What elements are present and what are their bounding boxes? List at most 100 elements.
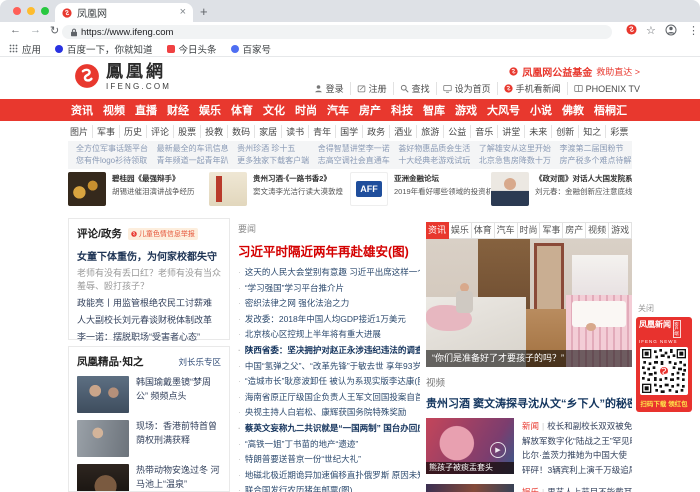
main-headline[interactable]: 习近平时隔近两年再赴雄安(图) <box>238 241 420 260</box>
new-tab-button[interactable]: + <box>200 3 208 21</box>
menu-dots-icon[interactable]: ⋮ <box>688 24 699 37</box>
comment-link[interactable]: 人大副校长刘元春谈财税体制改革 <box>77 313 221 327</box>
promo-link[interactable]: 了解雄安从这里开始 <box>479 143 552 155</box>
subnav-item[interactable]: 讲堂 <box>498 124 526 138</box>
bookmark-apps[interactable]: 应用 <box>22 42 41 56</box>
forward-icon[interactable]: → <box>30 24 41 36</box>
headline-item[interactable]: 海南省原正厅级国企负责人王军文回国投案自首 <box>238 390 420 406</box>
subnav-item[interactable]: 政务 <box>363 124 391 138</box>
qr-card[interactable]: 凤凰新闻 客户端 IFENG NEWS 扫码下载 领红包 <box>636 317 692 412</box>
nav-item[interactable]: 娱乐 <box>194 102 226 118</box>
featured-card[interactable]: 贵州习酒·《一路书香2》 窦文涛李光洁行读大漠敦煌 <box>209 172 350 214</box>
subnav-item[interactable]: 图片 <box>66 124 94 138</box>
promo-link[interactable]: 贵州珍酒 珍十五 <box>237 143 310 155</box>
extension-phoenix-icon[interactable] <box>626 24 637 35</box>
subnav-item[interactable]: 彩票 <box>606 125 632 138</box>
comment-link[interactable]: 李一诺：摆脱职场“受害者心态” <box>77 330 221 344</box>
subnav-item[interactable]: 公益 <box>444 124 472 138</box>
tab-zixun[interactable]: 资讯 <box>426 222 449 239</box>
liuchangle-zone-link[interactable]: 刘长乐专区 <box>178 356 221 368</box>
back-icon[interactable]: ← <box>10 24 21 36</box>
headline-item[interactable]: “学习强国”学习平台推介片 <box>238 281 420 297</box>
headline-item[interactable]: 蔡英文妄称九二共识就是“一国两制” 国台办回应 <box>238 421 420 437</box>
subnav-item[interactable]: 数码 <box>228 124 256 138</box>
browser-tab[interactable]: 凤凰网 × <box>55 3 193 22</box>
comment-headline[interactable]: 女童下体重伤，为何家校都失守 <box>77 248 221 263</box>
promo-link[interactable]: 房产税多个难点待解 <box>559 155 632 167</box>
tab-junshi[interactable]: 军事 <box>540 222 564 239</box>
promo-link[interactable]: 全方位军事话题平台 <box>76 143 149 155</box>
bookmark-baijiahao[interactable]: 百家号 <box>230 42 271 56</box>
subnav-item[interactable]: 酒业 <box>390 124 418 138</box>
tab-tiyu[interactable]: 体育 <box>471 222 495 239</box>
video-item[interactable]: 娱乐|男艺人上节目不能戴耳钉? <box>426 484 632 492</box>
mobile-news-link[interactable]: 手机看新闻 <box>498 82 568 95</box>
nav-item[interactable]: 时尚 <box>290 102 322 118</box>
login-link[interactable]: 登录 <box>308 82 351 95</box>
headline-item[interactable]: 特朗普要送普京一份“世纪大礼” <box>238 452 420 468</box>
profile-avatar-icon[interactable] <box>665 24 677 36</box>
video-news-line[interactable]: 砰砰！3辆宾利上演千万级追尾 <box>522 463 632 478</box>
promo-link[interactable]: 您有件logo衫待领取 <box>76 155 149 167</box>
video-news-line[interactable]: 解放军数字化“陆战之王”罕见曝光 <box>522 434 632 449</box>
headline-item[interactable]: 联合国发行农历猪年邮票(图) <box>238 483 420 492</box>
subnav-item[interactable]: 军事 <box>93 124 121 138</box>
tab-close-icon[interactable]: × <box>180 7 186 18</box>
promo-link[interactable]: 十大经典老游戏试玩 <box>398 155 471 167</box>
headline-item[interactable]: “高铁一姐”丁书苗的地产“遗迹” <box>238 437 420 453</box>
headline-item[interactable]: 陕西省委：坚决拥护对赵正永涉违纪违法的调查决定 <box>238 343 420 359</box>
promo-link[interactable]: 北京急售房降数十万 <box>479 155 552 167</box>
video-thumbnail[interactable] <box>426 484 514 492</box>
subnav-item[interactable]: 知之 <box>579 124 607 138</box>
subnav-item[interactable]: 家居 <box>255 124 283 138</box>
nav-item[interactable]: 佛教 <box>557 102 589 118</box>
subnav-item[interactable]: 青年 <box>309 124 337 138</box>
subnav-item[interactable]: 评论 <box>147 124 175 138</box>
nav-item[interactable]: 小说 <box>525 102 557 118</box>
subnav-item[interactable]: 投教 <box>201 124 229 138</box>
subnav-item[interactable]: 国学 <box>336 124 364 138</box>
headline-item[interactable]: 地磁北极近期诡异加速偏移直扑俄罗斯 原因未知 <box>238 468 420 484</box>
phoenix-tv-link[interactable]: PHOENIX TV <box>568 84 640 94</box>
nav-item[interactable]: 文化 <box>258 102 290 118</box>
window-close-button[interactable] <box>13 7 21 15</box>
subnav-item[interactable]: 创新 <box>552 124 580 138</box>
tab-youxi[interactable]: 游戏 <box>609 222 632 239</box>
child-report-badge[interactable]: 儿童色情信息举报 <box>127 227 198 240</box>
charity-link[interactable]: 凤凰网公益基金 救助直达 > <box>509 64 640 79</box>
apps-grid-icon[interactable] <box>9 44 18 53</box>
subnav-item[interactable]: 读书 <box>282 124 310 138</box>
headline-item[interactable]: 中国“氢弹之父”、“改革先锋”于敏去世 享年93岁 <box>238 359 420 375</box>
promo-link[interactable]: 志高空调社会直通车 <box>318 155 391 167</box>
headline-item[interactable]: 发改委：2018年中国人均GDP接近1万美元 <box>238 312 420 328</box>
premium-item[interactable]: 韩国瑜戴墨镜“梦周公” 频频点头 <box>77 376 221 413</box>
subnav-item[interactable]: 历史 <box>120 124 148 138</box>
nav-item[interactable]: 大风号 <box>482 102 525 118</box>
promo-link[interactable]: 李渡第二届国粉节 <box>559 143 632 155</box>
ifeng-logo[interactable]: 鳳凰網 IFENG.COM <box>74 63 171 91</box>
headline-item[interactable]: 北京核心区控规上半年将有重大进展 <box>238 327 420 343</box>
promo-link[interactable]: 更多独家下载客户端 <box>237 155 310 167</box>
video-headline[interactable]: 贵州习酒 窦文涛探寻沈从文“乡下人”的秘密 <box>426 395 632 411</box>
tab-fangchan[interactable]: 房产 <box>563 222 587 239</box>
bookmark-star-icon[interactable]: ☆ <box>646 24 656 37</box>
premium-item[interactable]: 热带动物安逸过冬 河马池上“温泉” <box>77 464 221 491</box>
video-news-line[interactable]: 比尔·盖茨力推她为中国大使 <box>522 448 632 463</box>
nav-item[interactable]: 财经 <box>162 102 194 118</box>
window-zoom-button[interactable] <box>41 7 49 15</box>
subnav-item[interactable]: 旅游 <box>417 124 445 138</box>
tab-yule[interactable]: 娱乐 <box>448 222 472 239</box>
featured-card[interactable]: 《政对面》对话人大国发院系列刘元春：金融创新应注意底线控制 <box>491 172 632 214</box>
nav-item[interactable]: 智库 <box>418 102 450 118</box>
nav-item[interactable]: 房产 <box>354 102 386 118</box>
tab-shishang[interactable]: 时尚 <box>517 222 541 239</box>
search-link[interactable]: 查找 <box>394 82 437 95</box>
video-ent-line[interactable]: 娱乐|男艺人上节目不能戴耳钉? <box>522 485 632 492</box>
subnav-item[interactable]: 未来 <box>525 124 553 138</box>
reload-icon[interactable]: ↻ <box>50 24 59 37</box>
subnav-item[interactable]: 股票 <box>174 124 202 138</box>
nav-item[interactable]: 体育 <box>226 102 258 118</box>
tab-shipin[interactable]: 视频 <box>586 222 610 239</box>
nav-item[interactable]: 科技 <box>386 102 418 118</box>
headline-item[interactable]: 密织法律之网 强化法治之力 <box>238 296 420 312</box>
